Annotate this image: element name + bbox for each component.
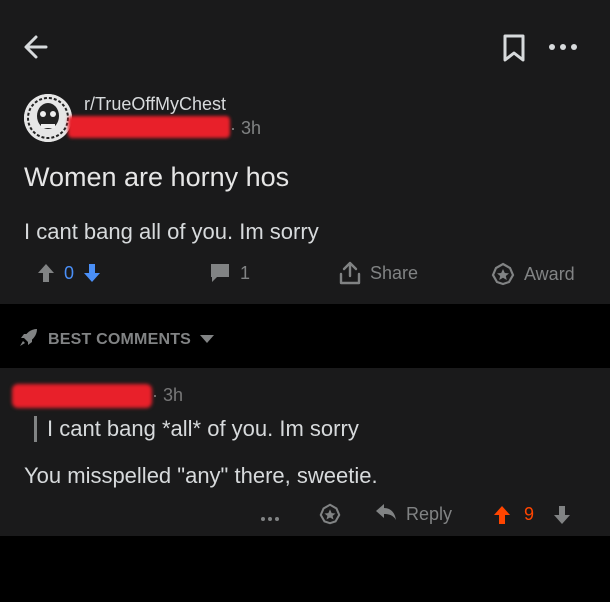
more-dots-icon[interactable] (260, 510, 280, 528)
vote-group: 0 (36, 262, 102, 284)
comment-score: 9 (524, 504, 535, 524)
redacted-commenter (12, 384, 152, 408)
comment-time: · 3h (152, 385, 184, 405)
share-label: Share (370, 262, 419, 283)
subreddit-name[interactable]: r/TrueOffMyChest (84, 94, 226, 115)
sort-dropdown[interactable]: BEST COMMENTS (18, 326, 215, 353)
share-icon (338, 260, 362, 286)
comment-text: You misspelled "any" there, sweetie. (24, 463, 378, 488)
downvote-arrow-icon[interactable] (552, 504, 572, 531)
chevron-down-icon (199, 331, 215, 349)
post-actions: 0 1 Share Award (0, 256, 610, 292)
comment-actions: 9 (0, 498, 610, 532)
award-icon[interactable] (318, 502, 342, 531)
upvote-arrow-icon[interactable] (36, 262, 56, 284)
sort-label: BEST COMMENTS (48, 330, 192, 348)
award-icon (490, 262, 516, 286)
share-button[interactable]: Share (338, 260, 418, 286)
rocket-icon (18, 326, 40, 353)
upvote-arrow-icon[interactable] (492, 504, 512, 531)
post-time: · 3h (230, 118, 262, 138)
post-body: I cant bang all of you. Im sorry (24, 219, 319, 244)
comment-quote: I cant bang *all* of you. Im sorry (34, 416, 359, 442)
comment-bubble-icon (208, 262, 232, 284)
reply-button[interactable]: Reply (374, 502, 452, 527)
post-score: 0 (64, 262, 75, 283)
subreddit-avatar[interactable] (24, 94, 72, 142)
comments-button[interactable]: 1 (208, 262, 250, 284)
award-button[interactable]: Award (490, 262, 575, 286)
top-bar (0, 0, 610, 92)
redacted-username (68, 116, 230, 138)
reply-arrow-icon (374, 502, 398, 527)
reply-label: Reply (406, 504, 453, 524)
back-arrow-icon[interactable] (20, 30, 54, 64)
post-time-value: 3h (241, 118, 262, 138)
comment-count: 1 (240, 262, 251, 283)
comment-time-value: 3h (163, 385, 184, 405)
bookmark-icon[interactable] (500, 33, 528, 63)
more-dots-icon[interactable] (548, 36, 578, 58)
post-title: Women are horny hos (24, 162, 290, 192)
award-label: Award (524, 263, 575, 284)
downvote-arrow-icon[interactable] (82, 262, 102, 284)
